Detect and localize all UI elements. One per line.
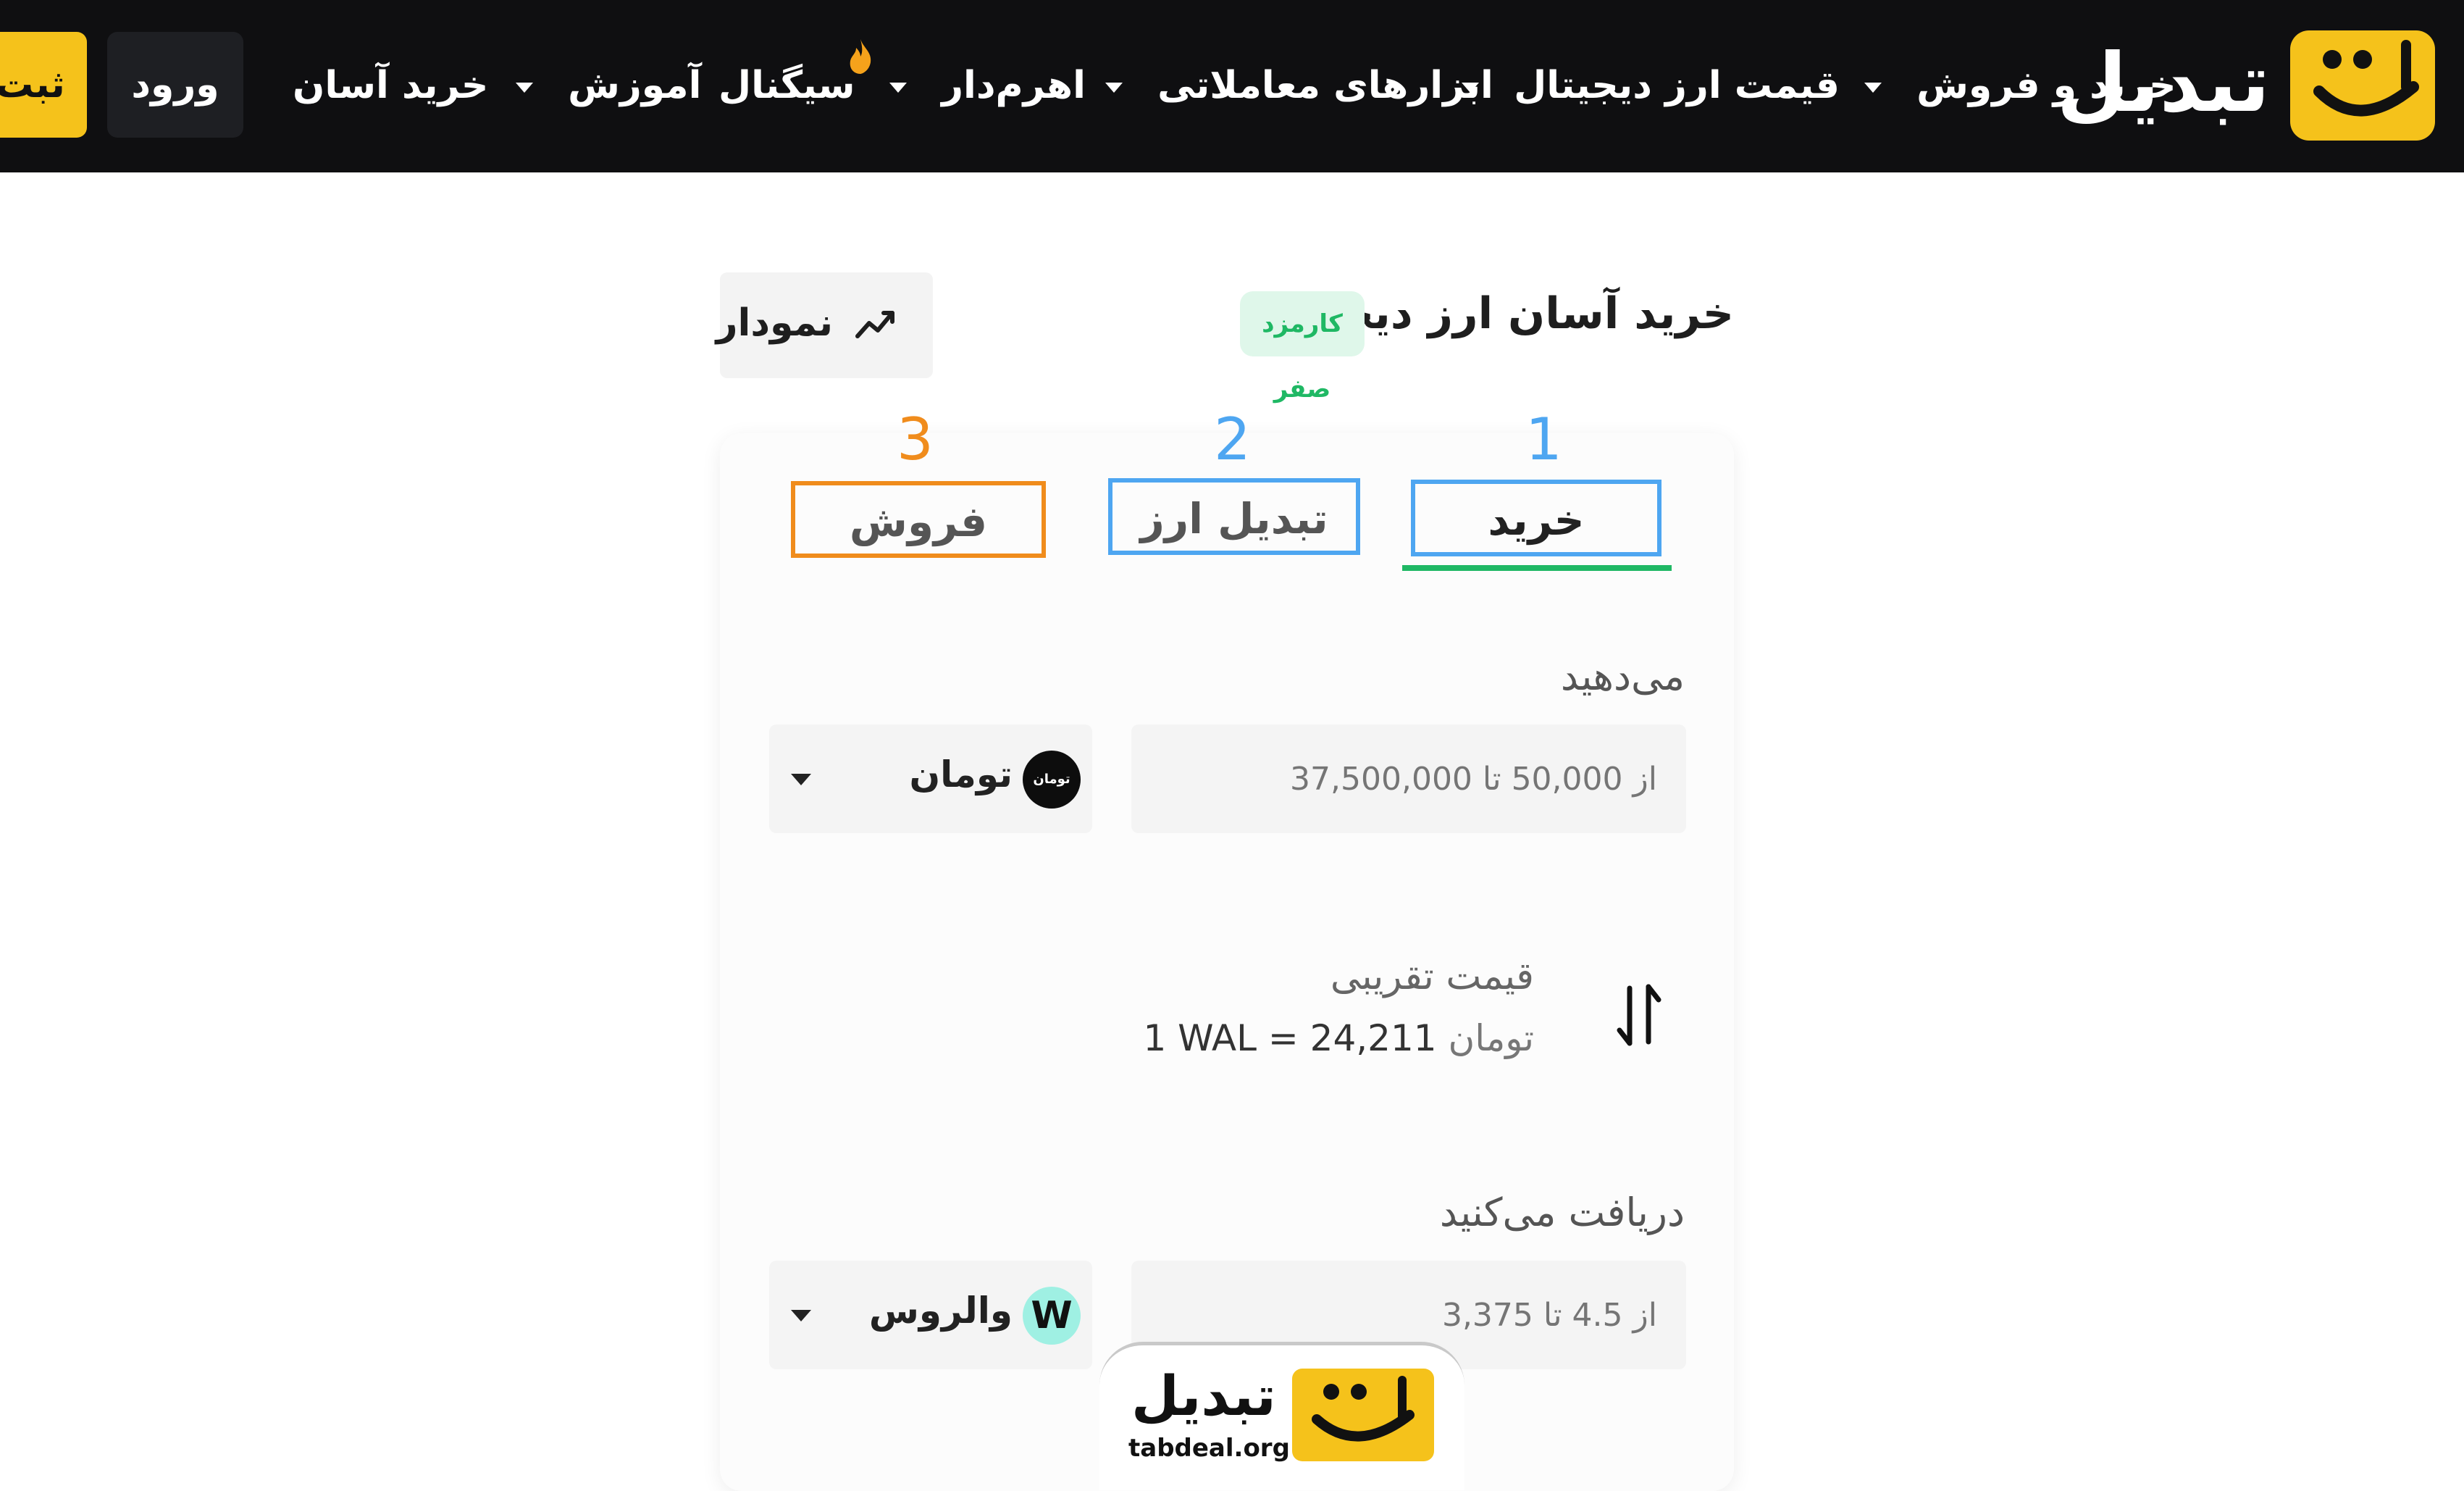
chevron-down-icon	[791, 774, 811, 785]
nav-item-label: اهرم‌دار	[942, 64, 1086, 107]
give-currency-select[interactable]: تومان تومان	[769, 724, 1092, 833]
tabdeal-watermark: تبدیل tabdeal.org	[1099, 1342, 1464, 1490]
nav-item-label: ابزارهای معاملاتی	[1157, 64, 1493, 107]
nav-item-label: قیمت ارز دیجیتال	[1514, 64, 1840, 107]
nav-item-signal[interactable]: سیگنال	[718, 57, 855, 114]
price-equals: =	[1267, 1017, 1299, 1059]
give-label: می‌دهید	[1560, 653, 1685, 699]
tabdeal-logo[interactable]: تبدیل	[2057, 30, 2435, 141]
trend-line-icon	[855, 311, 894, 338]
logo-mark-icon	[2290, 30, 2435, 141]
receive-label: دریافت می‌کنید	[1439, 1190, 1685, 1235]
nav-item-crypto-prices[interactable]: قیمت ارز دیجیتال	[1462, 57, 1840, 114]
walrus-coin-icon: W	[1023, 1287, 1081, 1345]
price-unit: تومان	[1448, 1017, 1534, 1059]
watermark-logo-icon	[1292, 1369, 1434, 1461]
chevron-down-icon	[1105, 83, 1123, 93]
login-button[interactable]: ورود	[107, 32, 243, 138]
toman-icon: تومان	[1023, 751, 1081, 809]
watermark-url: tabdeal.org	[1128, 1434, 1290, 1463]
chart-button-label: نمودار	[716, 301, 833, 345]
nav-item-label: سیگنال	[718, 64, 855, 107]
nav-item-label: خرید آسان	[293, 64, 489, 107]
approx-price-label: قیمت تقریبی	[1330, 955, 1534, 998]
tab-buy[interactable]: خرید	[1411, 480, 1661, 556]
signup-label: ثبت	[0, 63, 65, 106]
top-navbar: تبدیل خرید و فروش قیمت ارز دیجیتال ابزار…	[0, 0, 2464, 172]
swap-arrows-icon[interactable]	[1614, 982, 1664, 1048]
give-currency-name: تومان	[909, 753, 1013, 795]
signup-button[interactable]: ثبت	[0, 32, 87, 138]
nav-item-label: خرید و فروش	[1916, 64, 2176, 107]
nav-item-leverage[interactable]: اهرم‌دار	[889, 57, 1086, 114]
nav-item-buy-sell[interactable]: خرید و فروش	[1864, 57, 2176, 114]
give-amount-input[interactable]	[1131, 724, 1686, 833]
nav-item-easy-buy[interactable]: خرید آسان	[293, 57, 488, 114]
approx-price-value: 1 WAL = 24,211 تومان	[1143, 1017, 1534, 1059]
zero-fee-badge: کارمزد صفر	[1240, 291, 1365, 404]
nav-item-label: آموزش	[568, 64, 702, 107]
price-amount: 24,211	[1309, 1017, 1437, 1059]
annotation-number-2: 2	[1214, 406, 1251, 473]
tab-convert[interactable]: تبدیل ارز	[1108, 478, 1360, 555]
chevron-down-icon	[889, 83, 907, 93]
annotation-number-3: 3	[897, 406, 934, 473]
active-tab-indicator	[1402, 565, 1672, 571]
chevron-down-icon	[791, 1310, 811, 1321]
chevron-down-icon	[1864, 83, 1882, 93]
watermark-brand: تبدیل	[1131, 1363, 1276, 1428]
nav-item-trading-tools[interactable]: ابزارهای معاملاتی	[1105, 57, 1493, 114]
chart-button[interactable]: نمودار	[716, 272, 933, 378]
tab-sell[interactable]: فروش	[791, 481, 1046, 558]
receive-currency-select[interactable]: W والروس	[769, 1261, 1092, 1369]
receive-currency-name: والروس	[868, 1290, 1013, 1332]
annotation-number-1: 1	[1525, 406, 1562, 473]
price-lhs: 1 WAL	[1143, 1017, 1257, 1059]
chevron-down-icon	[516, 83, 533, 93]
nav-item-education[interactable]: آموزش	[516, 57, 701, 114]
